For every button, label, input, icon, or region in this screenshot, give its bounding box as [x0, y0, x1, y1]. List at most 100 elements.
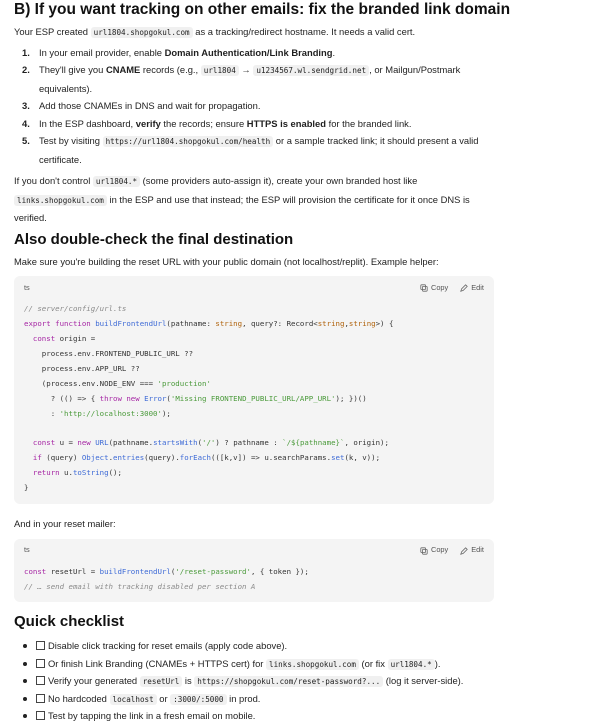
edit-label: Edit [471, 282, 484, 292]
edit-label: Edit [471, 545, 484, 555]
checklist-text: is [182, 675, 195, 687]
list-text: records (e.g., [140, 64, 201, 76]
checklist-text: Or finish Link Branding (CNAMEs + HTTPS … [48, 657, 267, 669]
checklist-text: ). [434, 657, 441, 669]
code-language-label: ts [24, 282, 30, 292]
edit-button[interactable]: Edit [460, 545, 484, 556]
intro-text: as a tracking/redirect hostname. It need… [192, 26, 416, 37]
list-text: or a sample tracked link; it should pres… [273, 135, 479, 147]
list-number: 4. [22, 117, 30, 129]
checklist-text: (or fix [358, 657, 388, 669]
copy-button[interactable]: Copy [420, 545, 448, 556]
checklist-item: Test by tapping the link in a fresh emai… [22, 707, 599, 725]
list-bold: CNAME [105, 64, 141, 76]
branded-host-note: If you don't control url1804.* (some pro… [14, 172, 599, 227]
checklist: Disable click tracking for reset emails … [14, 637, 599, 725]
inline-code: url1804.* [387, 658, 435, 670]
checkbox[interactable] [36, 658, 45, 668]
code-content: // server/config/url.ts export function … [24, 304, 394, 493]
checklist-heading: Quick checklist [14, 613, 125, 631]
inline-code: links.shopgokul.com [266, 658, 359, 670]
list-item: 4. In the ESP dashboard, verify the reco… [22, 115, 599, 133]
mailer-intro: And in your reset mailer: [14, 518, 116, 530]
bullet-icon [23, 714, 27, 719]
note-text: in the ESP and use that instead; the ESP… [106, 193, 470, 205]
code-content: const resetUrl = buildFrontendUrl('/rese… [24, 566, 309, 591]
inline-code: u1234567.wl.sendgrid.net [253, 65, 370, 77]
inline-code: url1804 [200, 65, 239, 77]
list-item: 5. Test by visiting https://url1804.shop… [22, 132, 599, 168]
code-tools: Copy Edit [420, 545, 484, 556]
code-block: ts Copy Edit // server/config/url.ts exp… [14, 276, 494, 505]
steps-list: 1. In your email provider, enable Domain… [14, 44, 599, 169]
copy-icon [420, 284, 428, 292]
note-text: (some providers auto-assign it), create … [140, 175, 418, 187]
checklist-text: or [156, 692, 171, 704]
checkbox[interactable] [36, 641, 45, 651]
arrow-icon: → [238, 64, 254, 76]
code-language-label: ts [24, 545, 30, 555]
checkbox[interactable] [36, 693, 45, 703]
chat-message-content: B) If you want tracking on other emails:… [0, 0, 613, 727]
copy-label: Copy [430, 545, 449, 555]
checklist-text: Verify your generated [48, 675, 140, 687]
checklist-item: Disable click tracking for reset emails … [22, 637, 599, 655]
pencil-icon [460, 284, 469, 293]
note-text: If you don't control [14, 175, 93, 187]
section-destination-heading: Also double-check the final destination [14, 230, 294, 248]
list-item: 3. Add those CNAMEs in DNS and wait for … [22, 97, 599, 115]
checklist-item: Verify your generated resetUrl is https:… [22, 672, 599, 690]
list-item: 1. In your email provider, enable Domain… [22, 44, 599, 62]
bullet-icon [23, 679, 27, 684]
list-text: Add those CNAMEs in DNS and wait for pro… [39, 100, 261, 112]
list-text: They'll give you [39, 64, 106, 76]
list-text: . [332, 46, 336, 58]
list-text: Test by visiting [39, 135, 103, 147]
edit-button[interactable]: Edit [460, 283, 484, 294]
bullet-icon [23, 644, 27, 649]
list-bold: Domain Authentication/Link Branding [164, 46, 333, 58]
code-block-header: ts Copy Edit [14, 539, 494, 563]
code-block: ts Copy Edit const resetUrl = buildFront… [14, 538, 494, 603]
intro-text: Your ESP created [14, 26, 91, 37]
list-bold: HTTPS is enabled [246, 117, 326, 129]
list-text: , or Mailgun/Postmark [369, 64, 461, 76]
list-item: 2. They'll give you CNAME records (e.g.,… [22, 61, 599, 97]
inline-code: localhost [109, 693, 157, 705]
list-text: for the branded link. [325, 117, 412, 129]
list-text: In the ESP dashboard, [39, 117, 136, 129]
list-bold: verify [135, 117, 161, 129]
checklist-item: No hardcoded localhost or :3000/:5000 in… [22, 690, 599, 708]
bullet-icon [23, 696, 27, 701]
inline-code: :3000/:5000 [170, 693, 227, 705]
list-text: the records; ensure [160, 117, 247, 129]
section-b-heading: B) If you want tracking on other emails:… [14, 1, 511, 18]
checklist-text: (log it server-side). [383, 675, 464, 687]
list-number: 2. [22, 64, 30, 76]
list-text: certificate. [39, 153, 82, 165]
pencil-icon [460, 546, 469, 555]
inline-code: https://url1804.shopgokul.com/health [102, 136, 274, 148]
copy-icon [420, 547, 428, 555]
list-number: 5. [22, 135, 30, 147]
inline-code: resetUrl [139, 676, 183, 688]
code-block-header: ts Copy Edit [14, 276, 494, 300]
inline-code: url1804.shopgokul.com [90, 27, 193, 38]
note-text: verified. [14, 212, 47, 224]
inline-code: https://shopgokul.com/reset-password?... [194, 676, 384, 688]
inline-code: links.shopgokul.com [14, 194, 107, 206]
list-text: equivalents). [39, 82, 93, 94]
code-tools: Copy Edit [420, 283, 484, 294]
inline-code: url1804.* [92, 176, 141, 188]
checklist-text: Disable click tracking for reset emails … [48, 640, 288, 652]
checkbox[interactable] [36, 711, 45, 721]
checkbox[interactable] [36, 676, 45, 686]
list-number: 1. [22, 46, 30, 58]
copy-button[interactable]: Copy [420, 283, 448, 294]
section-b-intro: Your ESP created url1804.shopgokul.com a… [14, 25, 599, 39]
checklist-text: No hardcoded [48, 692, 110, 704]
section-destination-intro: Make sure you're building the reset URL … [14, 255, 439, 267]
bullet-icon [23, 661, 27, 666]
list-text: In your email provider, enable [39, 46, 165, 58]
copy-label: Copy [430, 282, 449, 292]
